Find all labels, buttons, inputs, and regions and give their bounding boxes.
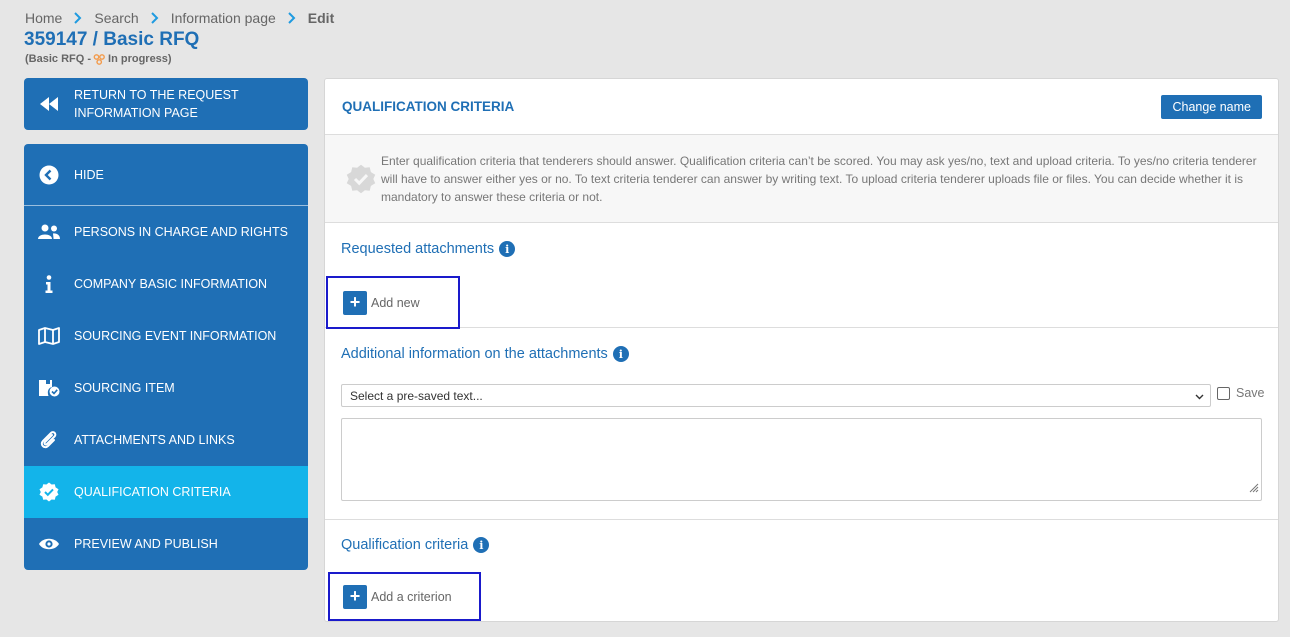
subtitle-status: In progress) <box>108 53 172 65</box>
requested-attachments-title: Requested attachments <box>341 241 495 257</box>
requested-attachments-section: Requested attachments i + Add new <box>325 223 1278 329</box>
eye-icon <box>24 537 74 551</box>
breadcrumb-current: Edit <box>307 10 335 26</box>
breadcrumb: Home Search Information page Edit <box>25 10 334 26</box>
save-label: Save <box>1236 386 1265 400</box>
map-icon <box>24 327 74 345</box>
badge-check-icon <box>341 164 381 194</box>
sidebar-item-persons[interactable]: PERSONS IN CHARGE AND RIGHTS <box>24 206 308 258</box>
section-title: Additional information on the attachment… <box>341 346 629 362</box>
add-criterion-label: Add a criterion <box>371 589 452 604</box>
info-icon <box>24 275 74 293</box>
panel-title: QUALIFICATION CRITERIA <box>342 99 515 114</box>
chevron-right-icon <box>68 10 88 26</box>
sidebar-item-sourcing-event[interactable]: SOURCING EVENT INFORMATION <box>24 310 308 362</box>
return-to-request-button[interactable]: RETURN TO THE REQUEST INFORMATION PAGE <box>24 78 308 130</box>
sidebar-item-label: ATTACHMENTS AND LINKS <box>74 433 235 447</box>
sidebar-item-label: PERSONS IN CHARGE AND RIGHTS <box>74 225 288 239</box>
subtitle-prefix: (Basic RFQ - <box>25 53 92 65</box>
checkbox[interactable] <box>1217 386 1230 400</box>
breadcrumb-information-page[interactable]: Information page <box>171 10 276 26</box>
presaved-text-select[interactable]: Select a pre-saved text... <box>341 384 1211 407</box>
sidebar-item-attachments[interactable]: ATTACHMENTS AND LINKS <box>24 414 308 466</box>
sidebar-item-sourcing-item[interactable]: SOURCING ITEM <box>24 362 308 414</box>
info-icon[interactable]: i <box>612 346 629 362</box>
info-icon[interactable]: i <box>499 241 516 257</box>
users-icon <box>24 224 74 240</box>
sidebar-item-label: PREVIEW AND PUBLISH <box>74 537 218 551</box>
chevron-right-icon <box>145 10 165 26</box>
additional-info-section: Additional information on the attachment… <box>325 328 1278 520</box>
plus-icon: + <box>343 584 367 609</box>
chevron-down-icon <box>1195 389 1204 403</box>
in-progress-icon <box>93 53 106 65</box>
add-new-label: Add new <box>371 295 420 310</box>
section-title: Qualification criteria i <box>341 537 490 553</box>
page-title: 359147 / Basic RFQ <box>24 29 200 50</box>
chevron-left-circle-icon <box>24 165 74 185</box>
chevron-right-icon <box>282 10 302 26</box>
return-label: RETURN TO THE REQUEST INFORMATION PAGE <box>74 88 239 120</box>
sidebar-item-company[interactable]: COMPANY BASIC INFORMATION <box>24 258 308 310</box>
info-text: Enter qualification criteria that tender… <box>381 153 1257 204</box>
sidebar-item-hide[interactable]: HIDE <box>24 144 308 206</box>
breadcrumb-home[interactable]: Home <box>25 10 62 26</box>
panel-header: QUALIFICATION CRITERIA Change name <box>325 79 1278 135</box>
badge-check-icon <box>24 482 74 502</box>
additional-info-textarea[interactable] <box>341 418 1262 501</box>
sidebar-item-label: COMPANY BASIC INFORMATION <box>74 277 268 291</box>
main-panel: QUALIFICATION CRITERIA Change name Enter… <box>324 78 1279 622</box>
info-icon[interactable]: i <box>473 537 490 553</box>
box-check-icon <box>24 379 74 397</box>
qualification-criteria-title: Qualification criteria <box>341 537 469 553</box>
qualification-criteria-section: Qualification criteria i + Add a criteri… <box>325 520 1278 624</box>
additional-info-title: Additional information on the attachment… <box>341 346 608 362</box>
sidebar-item-label: HIDE <box>74 167 104 182</box>
paperclip-icon <box>24 431 74 449</box>
select-value: Select a pre-saved text... <box>350 388 483 403</box>
sidebar-item-preview[interactable]: PREVIEW AND PUBLISH <box>24 518 308 570</box>
sidebar-nav: HIDE PERSONS IN CHARGE AND RIGHTS COMPAN… <box>24 144 308 570</box>
info-box: Enter qualification criteria that tender… <box>325 135 1278 223</box>
add-new-attachment-button[interactable]: + Add new <box>326 276 460 329</box>
sidebar-item-label: SOURCING EVENT INFORMATION <box>74 329 277 343</box>
double-chevron-left-icon <box>24 97 74 111</box>
section-title: Requested attachments i <box>341 241 516 257</box>
resize-grip-icon[interactable] <box>1247 480 1259 498</box>
breadcrumb-search[interactable]: Search <box>94 10 138 26</box>
page-subtitle: (Basic RFQ - In progress) <box>25 53 172 65</box>
sidebar-item-qualification[interactable]: QUALIFICATION CRITERIA <box>24 466 308 518</box>
save-checkbox[interactable]: Save <box>1217 386 1265 400</box>
add-criterion-button[interactable]: + Add a criterion <box>328 572 481 621</box>
sidebar-item-label: QUALIFICATION CRITERIA <box>74 485 231 499</box>
sidebar-item-label: SOURCING ITEM <box>74 381 175 395</box>
change-name-button[interactable]: Change name <box>1161 94 1262 119</box>
plus-icon: + <box>343 290 367 315</box>
